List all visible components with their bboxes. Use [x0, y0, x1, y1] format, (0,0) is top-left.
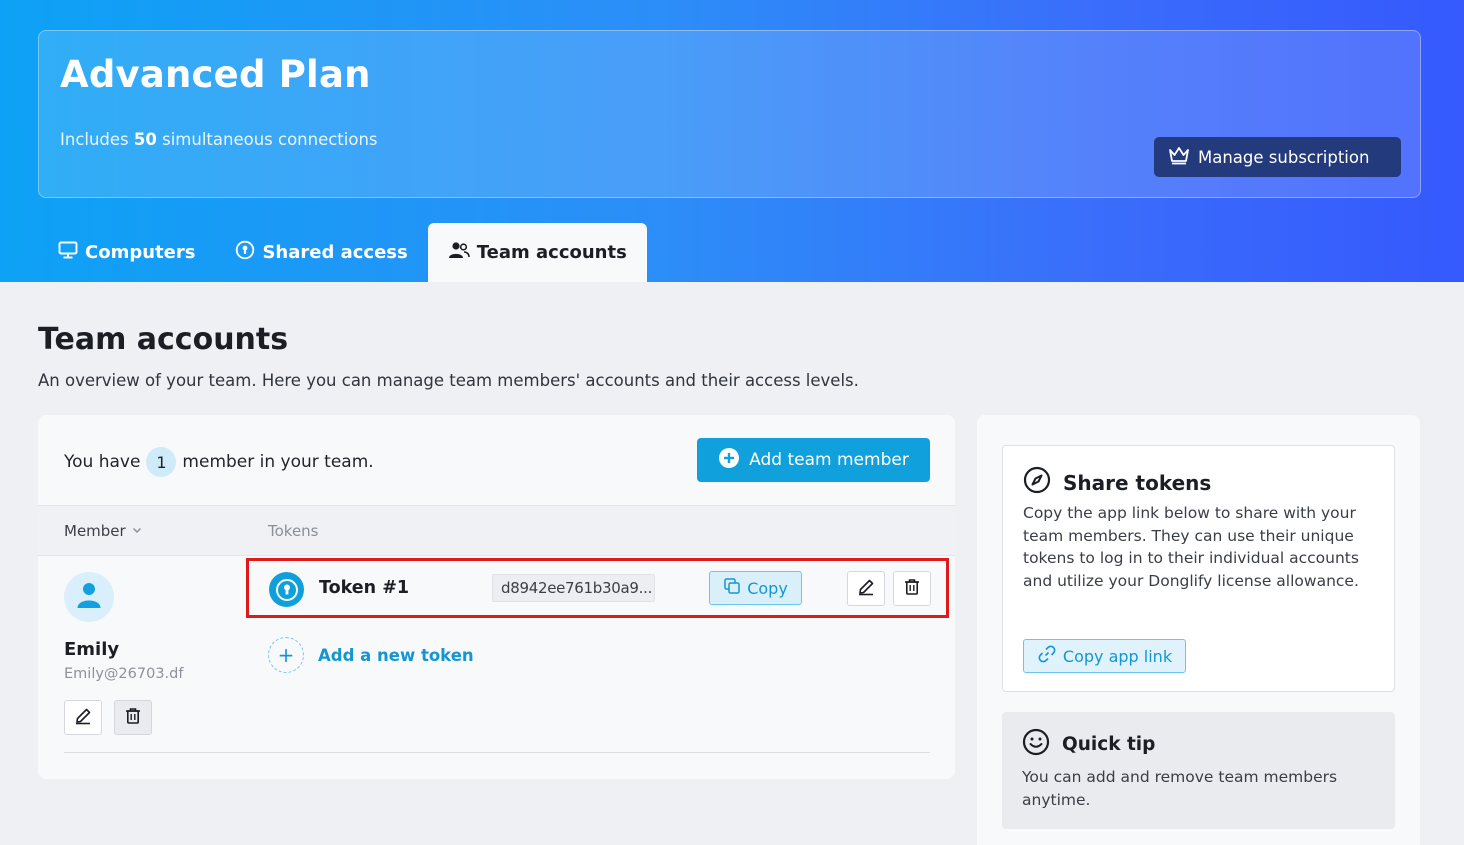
- share-tokens-title: Share tokens: [1063, 470, 1212, 495]
- page-description: An overview of your team. Here you can m…: [38, 371, 859, 390]
- plan-title: Advanced Plan: [60, 53, 371, 96]
- quick-tip-text: You can add and remove team members anyt…: [1022, 768, 1338, 809]
- trash-icon: [903, 578, 921, 600]
- share-tokens-text: Copy the app link below to share with yo…: [1023, 504, 1359, 590]
- plan-subtitle: Includes 50 simultaneous connections: [60, 130, 378, 149]
- tab-computers[interactable]: Computers: [38, 223, 215, 282]
- avatar: [64, 572, 114, 622]
- chevron-down-icon: [131, 522, 143, 540]
- quick-tip-title: Quick tip: [1062, 734, 1156, 755]
- share-tokens-heading: Share tokens: [1023, 466, 1211, 499]
- member-count-suffix: member in your team.: [182, 452, 374, 472]
- pencil-icon: [74, 707, 92, 729]
- plan-connections-count: 50: [133, 130, 157, 149]
- tab-shared-access[interactable]: Shared access: [215, 223, 427, 282]
- tab-shared-access-label: Shared access: [262, 242, 408, 263]
- add-team-member-label: Add team member: [749, 450, 909, 470]
- side-panel: Share tokens Copy the app link below to …: [977, 415, 1420, 845]
- tab-computers-label: Computers: [85, 242, 196, 263]
- member-count: You have 1 member in your team.: [64, 447, 374, 477]
- team-card: You have 1 member in your team. Add team…: [38, 415, 955, 779]
- quick-tip-box: Quick tip You can add and remove team me…: [1002, 712, 1395, 829]
- manage-subscription-label: Manage subscription: [1198, 147, 1370, 167]
- tab-team-accounts-label: Team accounts: [476, 242, 627, 263]
- copy-icon: [723, 577, 741, 599]
- add-token-label: Add a new token: [318, 645, 474, 665]
- keyhole-icon: [235, 240, 255, 265]
- pencil-icon: [857, 578, 875, 600]
- plus-circle-icon: [718, 447, 740, 474]
- tab-team-accounts[interactable]: Team accounts: [427, 223, 647, 282]
- edit-token-button[interactable]: [847, 571, 885, 606]
- token-keyhole-icon: [269, 572, 304, 607]
- page-title: Team accounts: [38, 322, 289, 357]
- add-team-member-button[interactable]: Add team member: [697, 438, 930, 482]
- link-icon: [1037, 644, 1057, 668]
- member-column-header[interactable]: Member: [64, 522, 143, 540]
- delete-token-button[interactable]: [893, 571, 931, 606]
- trash-icon: [124, 707, 142, 729]
- table-header: Member Tokens: [38, 505, 955, 556]
- crown-icon: [1168, 145, 1190, 169]
- add-token-button[interactable]: + Add a new token: [268, 637, 474, 673]
- plan-subtitle-prefix: Includes: [60, 130, 134, 149]
- quick-tip-heading: Quick tip: [1022, 728, 1155, 761]
- copy-app-link-button[interactable]: Copy app link: [1023, 639, 1186, 673]
- users-icon: [448, 240, 470, 265]
- token-value: d8942ee761b30a9...: [492, 574, 655, 602]
- token-row: Token #1 d8942ee761b30a9... Copy: [246, 558, 949, 618]
- delete-member-button[interactable]: [114, 700, 152, 735]
- copy-app-link-label: Copy app link: [1062, 646, 1173, 666]
- share-tokens-box: Share tokens Copy the app link below to …: [1002, 445, 1395, 692]
- plan-card: Advanced Plan Includes 50 simultaneous c…: [38, 30, 1421, 198]
- user-icon: [76, 581, 102, 613]
- member-column-label: Member: [64, 522, 126, 540]
- plan-subtitle-suffix: simultaneous connections: [156, 130, 378, 149]
- edit-member-button[interactable]: [64, 700, 102, 735]
- tokens-column-header: Tokens: [268, 522, 319, 540]
- copy-token-button[interactable]: Copy: [709, 571, 802, 605]
- member-count-badge: 1: [146, 447, 177, 477]
- compass-icon: [1023, 466, 1051, 499]
- manage-subscription-button[interactable]: Manage subscription: [1154, 137, 1401, 177]
- smiley-icon: [1022, 728, 1050, 761]
- plan-header: Advanced Plan Includes 50 simultaneous c…: [0, 0, 1464, 282]
- token-name: Token #1: [319, 578, 410, 598]
- plus-icon: +: [268, 637, 304, 673]
- member-email: Emily@26703.df: [64, 666, 184, 682]
- row-divider: [64, 752, 930, 753]
- monitor-icon: [58, 240, 78, 265]
- tab-bar: Computers Shared access Team accounts: [38, 223, 647, 282]
- member-count-prefix: You have: [64, 452, 141, 472]
- member-name: Emily: [64, 639, 120, 660]
- copy-token-label: Copy: [747, 578, 788, 598]
